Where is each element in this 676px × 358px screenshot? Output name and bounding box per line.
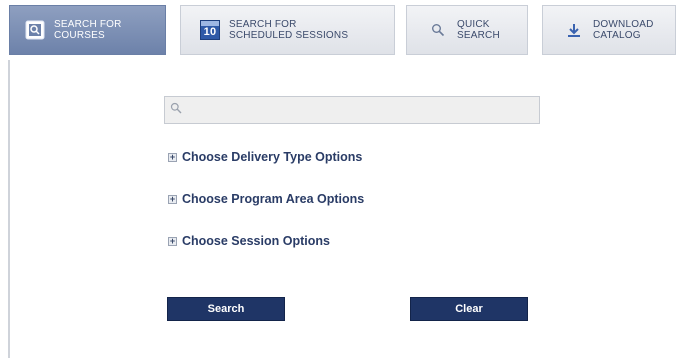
tab-bar: Search for Courses 10 Search for Schedul… <box>0 0 676 60</box>
magnifier-icon <box>427 19 449 41</box>
course-search-icon <box>24 19 46 41</box>
expand-plus-icon: + <box>168 151 177 162</box>
tab-quick-line2: Search <box>457 30 500 41</box>
session-options-toggle[interactable]: + Choose Session Options <box>168 232 330 250</box>
clear-button[interactable]: Clear <box>410 297 528 321</box>
expand-plus-icon: + <box>168 235 177 246</box>
delivery-type-options-toggle[interactable]: + Choose Delivery Type Options <box>168 148 362 166</box>
tab-download-line1: Download <box>593 19 654 30</box>
expand-plus-icon: + <box>168 193 177 204</box>
tab-scheduled-line1: Search for <box>229 19 297 30</box>
delivery-type-options-label: Choose Delivery Type Options <box>182 150 363 164</box>
calendar-icon-number: 10 <box>200 20 220 40</box>
content-left-border <box>8 60 10 358</box>
search-icon <box>170 101 182 119</box>
tab-quick-line1: Quick <box>457 19 490 30</box>
tab-download-line2: Catalog <box>593 30 641 41</box>
download-icon <box>563 19 585 41</box>
tab-search-courses-line2: Courses <box>54 30 105 41</box>
tab-search-courses[interactable]: Search for Courses <box>9 5 166 55</box>
session-options-label: Choose Session Options <box>182 234 330 248</box>
program-area-options-toggle[interactable]: + Choose Program Area Options <box>168 190 364 208</box>
tab-quick-search[interactable]: Quick Search <box>406 5 528 55</box>
tab-search-scheduled-sessions[interactable]: 10 Search for Scheduled Sessions <box>180 5 395 55</box>
program-area-options-label: Choose Program Area Options <box>182 192 365 206</box>
search-button[interactable]: Search <box>167 297 285 321</box>
calendar-icon: 10 <box>199 19 221 41</box>
search-field[interactable] <box>164 96 540 124</box>
search-input[interactable] <box>186 102 530 118</box>
tab-scheduled-line2: Scheduled Sessions <box>229 30 349 41</box>
tab-search-courses-line1: Search for <box>54 19 122 30</box>
tab-download-catalog[interactable]: Download Catalog <box>542 5 676 55</box>
